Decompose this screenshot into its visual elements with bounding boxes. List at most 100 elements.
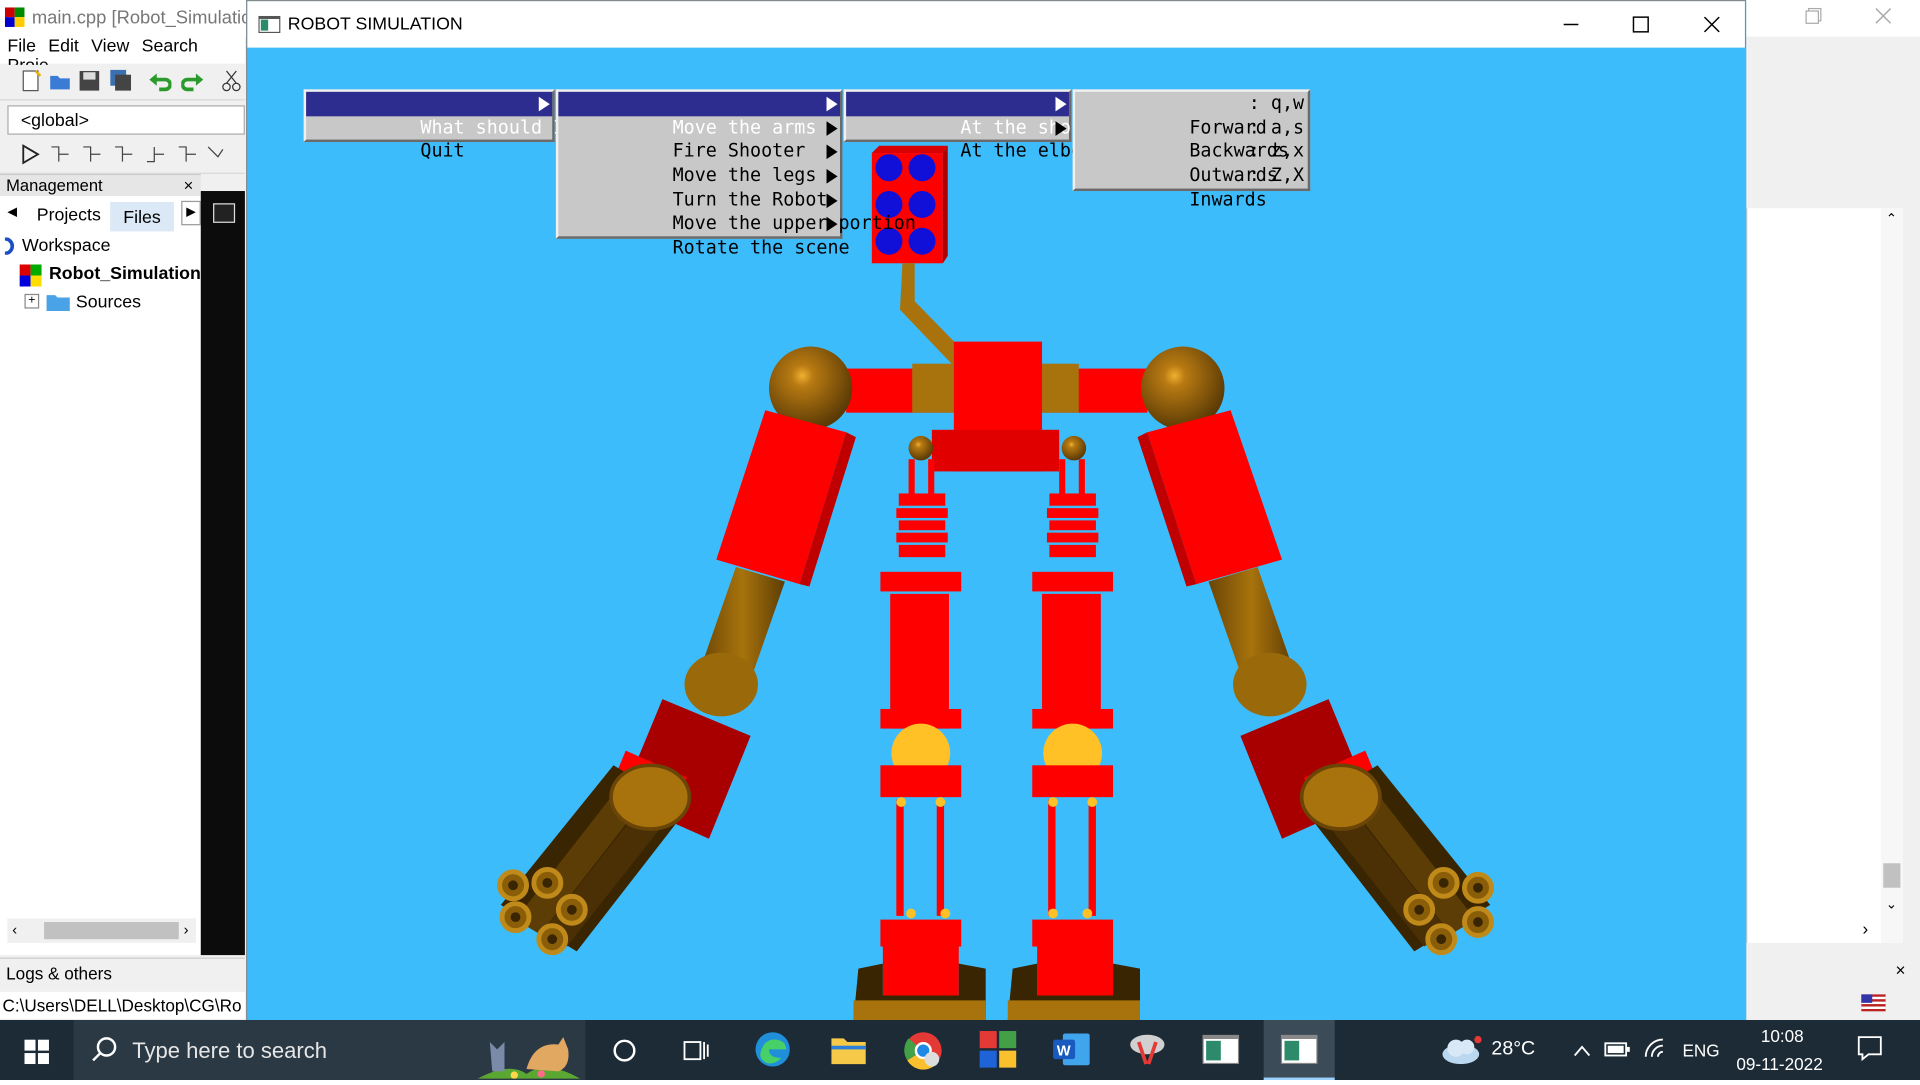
menu-item-forward[interactable]: Forward : q,w — [1075, 91, 1308, 138]
menu-item-rotate-the-scene[interactable]: Rotate the scene — [558, 212, 850, 259]
redo-icon[interactable] — [180, 70, 204, 92]
codeblocks-taskbar-icon[interactable] — [979, 1031, 1017, 1068]
maximize-icon[interactable] — [1632, 16, 1649, 33]
save-icon[interactable] — [78, 70, 100, 92]
submenu-arrow-icon — [826, 96, 838, 112]
menu-item-quit[interactable]: Quit — [306, 116, 552, 162]
vertical-scroll-thumb[interactable] — [1883, 863, 1901, 888]
ide-restore-icon[interactable] — [1805, 7, 1822, 24]
menu-file[interactable]: File — [7, 37, 36, 57]
menu-item-inwards[interactable]: Inwards : Z,X — [1075, 164, 1308, 210]
open-file-icon[interactable] — [49, 70, 71, 92]
scroll-left-icon[interactable]: ‹ — [12, 921, 17, 938]
menu-item-at-the-shoulders[interactable]: At the shoulders — [846, 91, 1137, 138]
menu-item-shortcut: : z,x — [1248, 140, 1305, 163]
battery-icon[interactable] — [1604, 1041, 1631, 1058]
menu-item-move-the-arms[interactable]: Move the arms — [558, 91, 841, 138]
tab-scroll-right-icon[interactable]: ▶ — [181, 200, 201, 226]
submenu-arrow-icon — [826, 120, 838, 136]
submenu-arrow-icon — [826, 144, 838, 160]
weather-cloud-icon[interactable] — [1440, 1035, 1482, 1065]
tree-sources[interactable]: Sources — [76, 293, 141, 313]
menu-search[interactable]: Search — [142, 37, 198, 57]
editor-window-icon — [213, 203, 236, 223]
menu-item-outwards[interactable]: Outwards : z,x — [1075, 140, 1308, 186]
left-leg — [853, 435, 986, 1021]
management-close-button[interactable]: × — [184, 175, 194, 197]
glut-app-icon-2[interactable] — [1263, 1020, 1335, 1081]
tree-expand-icon[interactable]: + — [24, 293, 40, 309]
menu-view[interactable]: View — [91, 37, 129, 57]
menu-edit[interactable]: Edit — [48, 37, 79, 57]
us-flag-icon — [1861, 994, 1886, 1012]
step-icon[interactable] — [49, 143, 71, 165]
language-indicator[interactable]: ENG — [1682, 1041, 1719, 1061]
menu-item-shortcut: : a,s — [1248, 115, 1305, 138]
chrome-icon[interactable] — [904, 1031, 943, 1070]
menu-item-fire-shooter[interactable]: Fire Shooter — [558, 116, 840, 162]
screen: main.cpp [Robot_Simulatio File Edit View… — [0, 0, 1920, 1081]
weather-temperature[interactable]: 28°C — [1491, 1038, 1535, 1060]
next-instruction-icon[interactable] — [144, 143, 166, 165]
app-window-icon — [258, 15, 281, 34]
step-into-instruction-icon[interactable] — [176, 143, 198, 165]
ide-close-icon[interactable] — [1875, 7, 1892, 24]
scope-combobox[interactable]: <global> — [7, 105, 245, 135]
editor-dark-area — [200, 191, 245, 956]
right-editor-pane — [1746, 208, 1895, 943]
status-path: C:\Users\DELL\Desktop\CG\Ro — [0, 991, 245, 1019]
menu-actions: Move the arms Fire Shooter Move the legs… — [555, 89, 916, 259]
right-scroll-right-icon[interactable]: › — [1862, 918, 1868, 938]
taskbar-search-box[interactable]: Type here to search — [73, 1020, 586, 1081]
step-into-icon[interactable] — [81, 143, 103, 165]
menu-item-shortcut: : q,w — [1248, 91, 1305, 114]
scroll-thumb[interactable] — [44, 922, 179, 940]
scroll-up-icon[interactable]: ⌃ — [1886, 211, 1897, 227]
minimize-icon[interactable] — [1562, 16, 1579, 33]
step-out-icon[interactable] — [113, 143, 135, 165]
tab-files[interactable]: Files — [110, 202, 174, 232]
break-icon[interactable] — [206, 143, 228, 165]
notifications-icon[interactable] — [1856, 1035, 1883, 1062]
tab-projects[interactable]: Projects — [37, 206, 101, 226]
task-view-icon[interactable] — [683, 1037, 710, 1064]
right-vertical-scrollbar[interactable]: ⌃ ⌄ — [1880, 208, 1903, 943]
tree-project[interactable]: Robot_Simulation — [49, 264, 201, 284]
wifi-icon[interactable] — [1643, 1037, 1667, 1059]
save-all-icon[interactable] — [110, 69, 132, 92]
menu-item-at-the-elbows[interactable]: At the elbows — [846, 116, 1104, 162]
scroll-down-icon[interactable]: ⌄ — [1886, 896, 1897, 913]
ide-right-area: ⌃ ⌄ › × — [1746, 36, 1920, 1019]
robot-simulation-window: ROBOT SIMULATION What should I do... Qui… — [246, 0, 1747, 1021]
menu-item-backwards[interactable]: Backwards : a,s — [1075, 115, 1308, 162]
new-file-icon[interactable] — [20, 70, 42, 92]
cortana-icon[interactable] — [612, 1038, 636, 1062]
tree-workspace[interactable]: Workspace — [22, 236, 110, 256]
close-icon[interactable] — [1703, 16, 1720, 33]
opengl-canvas[interactable]: What should I do... Quit Move the arms F… — [247, 47, 1747, 1021]
svg-text:W: W — [1057, 1044, 1071, 1060]
file-explorer-icon[interactable] — [830, 1033, 867, 1065]
edge-icon[interactable] — [754, 1031, 791, 1068]
tab-scroll-left-icon[interactable]: ◀ — [7, 206, 16, 219]
run-icon[interactable] — [20, 143, 42, 165]
scroll-right-icon[interactable]: › — [184, 921, 189, 938]
snipping-tool-icon[interactable] — [1129, 1032, 1166, 1066]
management-panel: ◀ Projects Files ▶ Workspace Robot_Simul… — [0, 195, 203, 956]
clock-time[interactable]: 10:08 — [1761, 1026, 1804, 1046]
cut-icon[interactable] — [220, 70, 242, 92]
logs-close-button[interactable]: × — [1896, 960, 1906, 980]
menu-item-shortcut: : Z,X — [1248, 164, 1305, 187]
word-icon[interactable]: W — [1053, 1031, 1090, 1068]
menu-item-what-should-i-do[interactable]: What should I do... — [306, 91, 630, 138]
glut-app-icon-1[interactable] — [1202, 1034, 1240, 1065]
undo-icon[interactable] — [149, 70, 172, 92]
menu-item-move-the-legs[interactable]: Move the legs — [558, 140, 840, 186]
windows-start-icon[interactable] — [24, 1039, 49, 1065]
menu-item-label: Quit — [420, 140, 465, 163]
show-hidden-icons-icon[interactable] — [1572, 1042, 1592, 1057]
management-horizontal-scrollbar[interactable]: ‹ › — [7, 918, 196, 943]
clock-date[interactable]: 09-11-2022 — [1736, 1054, 1822, 1074]
menu-item-turn-the-robot[interactable]: Turn the Robot — [558, 164, 840, 210]
menu-item-move-upper-portion[interactable]: Move the upper portion — [558, 188, 916, 234]
